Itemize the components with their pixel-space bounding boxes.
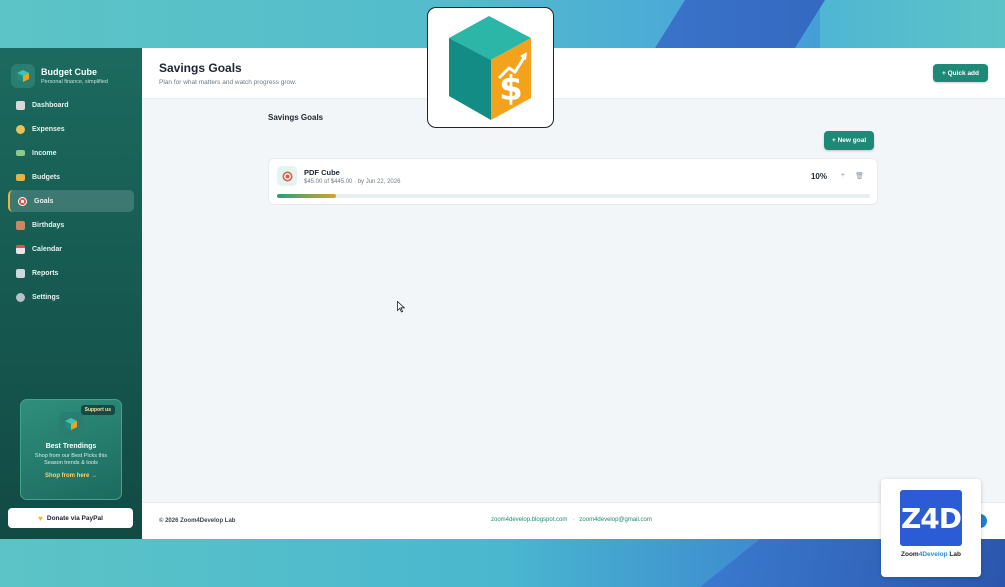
sidebar-item-label: Reports xyxy=(32,269,59,277)
footer: © 2026 Zoom4Develop Lab zoom4develop.blo… xyxy=(142,502,1005,539)
sidebar-item-label: Budgets xyxy=(32,173,60,181)
reports-icon xyxy=(16,268,25,278)
footer-copyright: © 2026 Zoom4Develop Lab xyxy=(159,518,236,524)
add-contribution-button[interactable]: + xyxy=(841,172,845,179)
cube-dollar-logo-icon: $ xyxy=(448,15,531,120)
new-goal-button[interactable]: + New goal xyxy=(824,131,875,150)
content-area: Savings Goals + New goal PDF Cube $45.00… xyxy=(142,99,1005,502)
brand[interactable]: Budget Cube Personal finance, simplified xyxy=(0,48,142,92)
footer-blog-link[interactable]: zoom4develop.blogspot.com xyxy=(491,517,567,523)
promo-shop-link[interactable]: Shop from here → xyxy=(21,473,121,479)
topbar: Savings Goals Plan for what matters and … xyxy=(142,48,1005,99)
cube-logo-icon xyxy=(11,64,35,88)
goal-progress-fill xyxy=(277,194,337,198)
brand-name: Budget Cube xyxy=(41,67,97,77)
sidebar-item-income[interactable]: Income xyxy=(8,142,134,164)
promo-card: Support us Best Trendings Shop from our … xyxy=(20,399,122,500)
z4d-logo: Z4D xyxy=(900,490,962,546)
promo-text: Shop from our Best Picks this Season tre… xyxy=(34,453,108,467)
calendar-icon xyxy=(16,244,25,254)
sidebar-item-label: Calendar xyxy=(32,245,62,253)
goal-meta: $45.00 of $445.00 · by Jun 22, 2026 xyxy=(304,179,401,185)
mouse-cursor-icon xyxy=(397,301,405,313)
sidebar-item-label: Dashboard xyxy=(32,101,69,109)
footer-separator: · xyxy=(572,517,575,523)
coins-icon xyxy=(16,124,25,134)
quick-add-button[interactable]: + Quick add xyxy=(932,64,988,82)
sidebar-item-reports[interactable]: Reports xyxy=(8,262,134,284)
footer-email-link[interactable]: zoom4develop@gmail.com xyxy=(579,517,651,523)
chart-icon xyxy=(16,100,25,110)
budget-cube-logo: $ xyxy=(427,7,554,128)
folder-icon xyxy=(16,173,25,181)
sidebar-item-label: Goals xyxy=(34,197,54,205)
sidebar-item-birthdays[interactable]: Birthdays xyxy=(8,214,134,236)
cake-icon xyxy=(16,220,25,230)
promo-title: Best Trendings xyxy=(45,443,97,450)
sidebar-item-label: Expenses xyxy=(32,125,65,133)
page-title: Savings Goals xyxy=(159,61,242,75)
goal-percent: 10% xyxy=(810,172,827,181)
brand-tagline: Personal finance, simplified xyxy=(41,79,108,85)
sidebar-item-label: Birthdays xyxy=(32,221,65,229)
sidebar: Budget Cube Personal finance, simplified… xyxy=(0,48,142,539)
donate-button[interactable]: ♥ Donate via PayPal xyxy=(8,508,133,528)
money-icon xyxy=(16,150,25,156)
sidebar-item-budgets[interactable]: Budgets xyxy=(8,166,134,188)
sidebar-item-label: Settings xyxy=(32,293,60,301)
goal-progress-bar xyxy=(277,194,870,198)
sidebar-nav: Dashboard Expenses Income Budgets Goals … xyxy=(0,94,142,308)
main-panel: Savings Goals Plan for what matters and … xyxy=(142,48,1005,539)
footer-links: zoom4develop.blogspot.com · zoom4develop… xyxy=(491,517,652,523)
goal-card[interactable]: PDF Cube $45.00 of $445.00 · by Jun 22, … xyxy=(268,158,878,205)
sidebar-item-calendar[interactable]: Calendar xyxy=(8,238,134,260)
target-icon xyxy=(277,166,297,186)
sidebar-item-goals[interactable]: Goals xyxy=(8,190,134,212)
heart-icon: ♥ xyxy=(38,513,43,523)
cube-logo-icon xyxy=(59,412,83,436)
z4d-label: Zoom4Develop Lab xyxy=(901,551,961,558)
sidebar-item-label: Income xyxy=(32,149,57,157)
promo-badge: Support us xyxy=(80,405,115,415)
goal-name: PDF Cube xyxy=(304,168,340,177)
section-title: Savings Goals xyxy=(268,113,324,122)
background-shape xyxy=(820,0,1005,48)
target-icon xyxy=(18,196,27,206)
delete-goal-button[interactable]: 🗑 xyxy=(855,172,864,180)
zoom4develop-watermark: Z4D Zoom4Develop Lab xyxy=(881,479,981,577)
sidebar-item-dashboard[interactable]: Dashboard xyxy=(8,94,134,116)
gear-icon xyxy=(16,292,25,302)
sidebar-item-settings[interactable]: Settings xyxy=(8,286,134,308)
donate-label: Donate via PayPal xyxy=(46,514,103,522)
sidebar-item-expenses[interactable]: Expenses xyxy=(8,118,134,140)
page-subtitle: Plan for what matters and watch progress… xyxy=(159,79,297,86)
